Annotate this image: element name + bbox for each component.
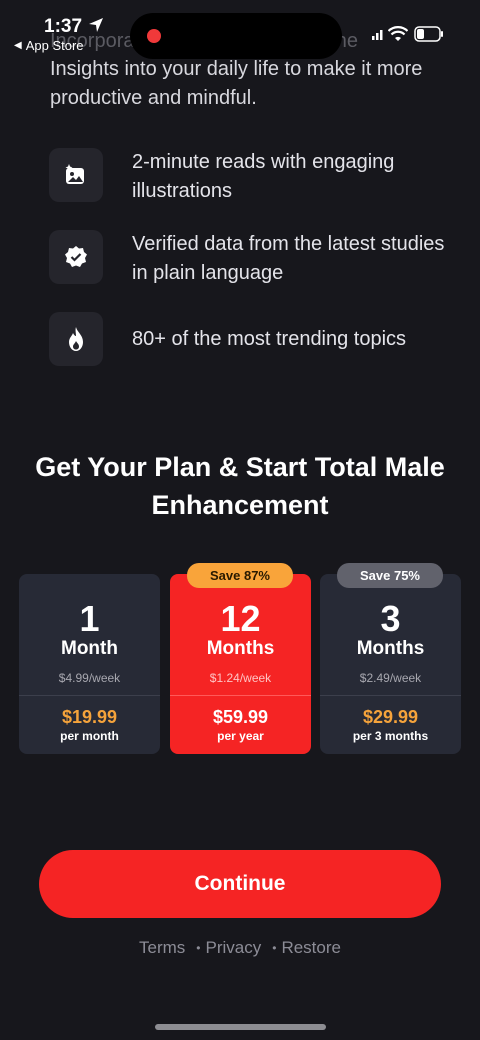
feature-item: 2-minute reads with engaging illustratio… xyxy=(49,148,452,206)
privacy-link[interactable]: Privacy xyxy=(206,938,262,958)
plan-price: $29.99 xyxy=(362,707,419,727)
image-sparkle-icon xyxy=(49,148,103,202)
status-bar: 1:37 ◀ App Store xyxy=(0,0,480,60)
plan-divider xyxy=(19,695,160,696)
feature-item: 80+ of the most trending topics xyxy=(49,312,452,366)
plan-period: per 3 months xyxy=(352,729,429,743)
verified-badge-icon xyxy=(49,230,103,284)
terms-link[interactable]: Terms xyxy=(139,938,185,958)
restore-link[interactable]: Restore xyxy=(281,938,341,958)
plan-divider xyxy=(170,695,311,696)
status-time: 1:37 xyxy=(44,16,83,37)
intro-text: Insights into your daily life to make it… xyxy=(50,58,423,109)
plan-unit: Months xyxy=(206,638,275,659)
recording-dot-icon xyxy=(147,29,161,43)
footer-separator: • xyxy=(196,941,201,955)
plan-card-3-months[interactable]: 3 Months $2.49/week $29.99 per 3 months xyxy=(320,574,461,754)
plan-divider xyxy=(320,695,461,696)
footer-links: Terms • Privacy • Restore xyxy=(0,938,480,958)
back-to-app-store-link[interactable]: ◀ App Store xyxy=(14,38,84,53)
plan-period: per year xyxy=(217,729,264,743)
back-triangle-icon: ◀ xyxy=(14,40,22,51)
location-arrow-icon xyxy=(89,18,103,32)
plan-count: 1 xyxy=(79,598,100,639)
save-badge-12-months: Save 87% xyxy=(187,563,293,588)
feature-text: 2-minute reads with engaging illustratio… xyxy=(132,151,395,202)
plan-count: 3 xyxy=(380,598,401,639)
flame-icon xyxy=(49,312,103,366)
battery-icon xyxy=(414,26,443,42)
plan-card-12-months[interactable]: 12 Months $1.24/week $59.99 per year xyxy=(170,574,311,754)
plan-weekly-price: $1.24/week xyxy=(209,671,272,685)
plan-unit: Month xyxy=(61,638,118,659)
dynamic-island xyxy=(130,13,342,59)
plan-unit: Months xyxy=(356,638,425,659)
plan-weekly-price: $2.49/week xyxy=(359,671,422,685)
continue-button[interactable]: Continue xyxy=(39,850,441,918)
plan-price: $19.99 xyxy=(61,707,118,727)
plan-price: $59.99 xyxy=(212,707,269,727)
plan-period: per month xyxy=(60,729,119,743)
plan-heading: Get Your Plan & Start Total Male Enhance… xyxy=(35,452,445,520)
feature-item: Verified data from the latest studies in… xyxy=(49,230,452,288)
feature-text: 80+ of the most trending topics xyxy=(132,328,407,350)
save-badge-3-months: Save 75% xyxy=(337,563,443,588)
home-indicator[interactable] xyxy=(155,1024,326,1030)
wifi-icon xyxy=(388,26,408,41)
back-app-label: App Store xyxy=(25,38,84,53)
feature-text: Verified data from the latest studies in… xyxy=(132,233,445,284)
signal-icon xyxy=(372,30,383,40)
footer-separator: • xyxy=(272,941,277,955)
plan-card-1-month[interactable]: 1 Month $4.99/week $19.99 per month xyxy=(19,574,160,754)
plan-weekly-price: $4.99/week xyxy=(58,671,121,685)
plan-count: 12 xyxy=(220,598,261,639)
